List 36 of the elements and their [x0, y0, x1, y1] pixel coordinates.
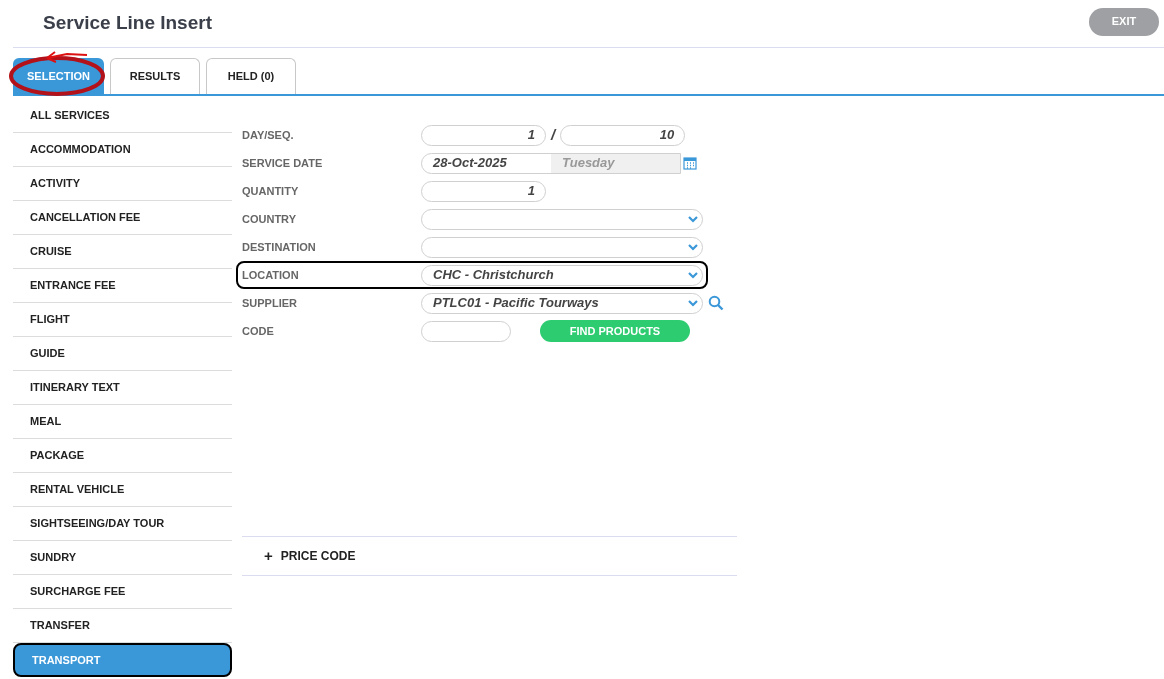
sidebar-item[interactable]: ITINERARY TEXT [13, 371, 232, 405]
sidebar-item[interactable]: SURCHARGE FEE [13, 575, 232, 609]
field-label: QUANTITY [242, 183, 300, 199]
search-icon[interactable] [708, 295, 724, 311]
calendar-icon[interactable] [683, 156, 697, 170]
section-header[interactable]: PRICE CODE [280, 547, 356, 565]
field-label: CODE [242, 323, 275, 339]
chevron-icon [688, 215, 698, 223]
chevron-icon [688, 299, 698, 307]
separator: / [551, 124, 556, 145]
weekday-text: Tuesday [551, 153, 680, 173]
expand-icon[interactable]: + [264, 544, 273, 568]
sidebar-item[interactable]: FLIGHT [13, 303, 232, 337]
sidebar-item[interactable]: MEAL [13, 405, 232, 439]
field-label: COUNTRY [242, 211, 297, 227]
field-label: LOCATION [242, 267, 300, 283]
chevron-icon [688, 243, 698, 251]
sidebar-item[interactable]: ENTRANCE FEE [13, 269, 232, 303]
sidebar-item[interactable]: ALL SERVICES [13, 99, 232, 133]
field-label: DESTINATION [242, 239, 317, 255]
field-label: SERVICE DATE [242, 155, 324, 171]
sidebar-item[interactable]: CRUISE [13, 235, 232, 269]
sidebar-item[interactable]: GUIDE [13, 337, 232, 371]
tab[interactable]: RESULTS [110, 58, 200, 94]
sidebar-item[interactable]: SIGHTSEEING/DAY TOUR [13, 507, 232, 541]
sidebar-item[interactable]: PACKAGE [13, 439, 232, 473]
field-label: DAY/SEQ. [242, 127, 295, 143]
sidebar-item[interactable]: ACTIVITY [13, 167, 232, 201]
sidebar-item[interactable]: SUNDRY [13, 541, 232, 575]
chevron-icon [688, 271, 698, 279]
sidebar-item[interactable]: ACCOMMODATION [13, 133, 232, 167]
sidebar-item[interactable]: RENTAL VEHICLE [13, 473, 232, 507]
page-title: Service Line Insert [43, 11, 212, 36]
field-label: SUPPLIER [242, 295, 298, 311]
tab[interactable]: HELD (0) [206, 58, 296, 94]
sidebar-item[interactable]: CANCELLATION FEE [13, 201, 232, 235]
